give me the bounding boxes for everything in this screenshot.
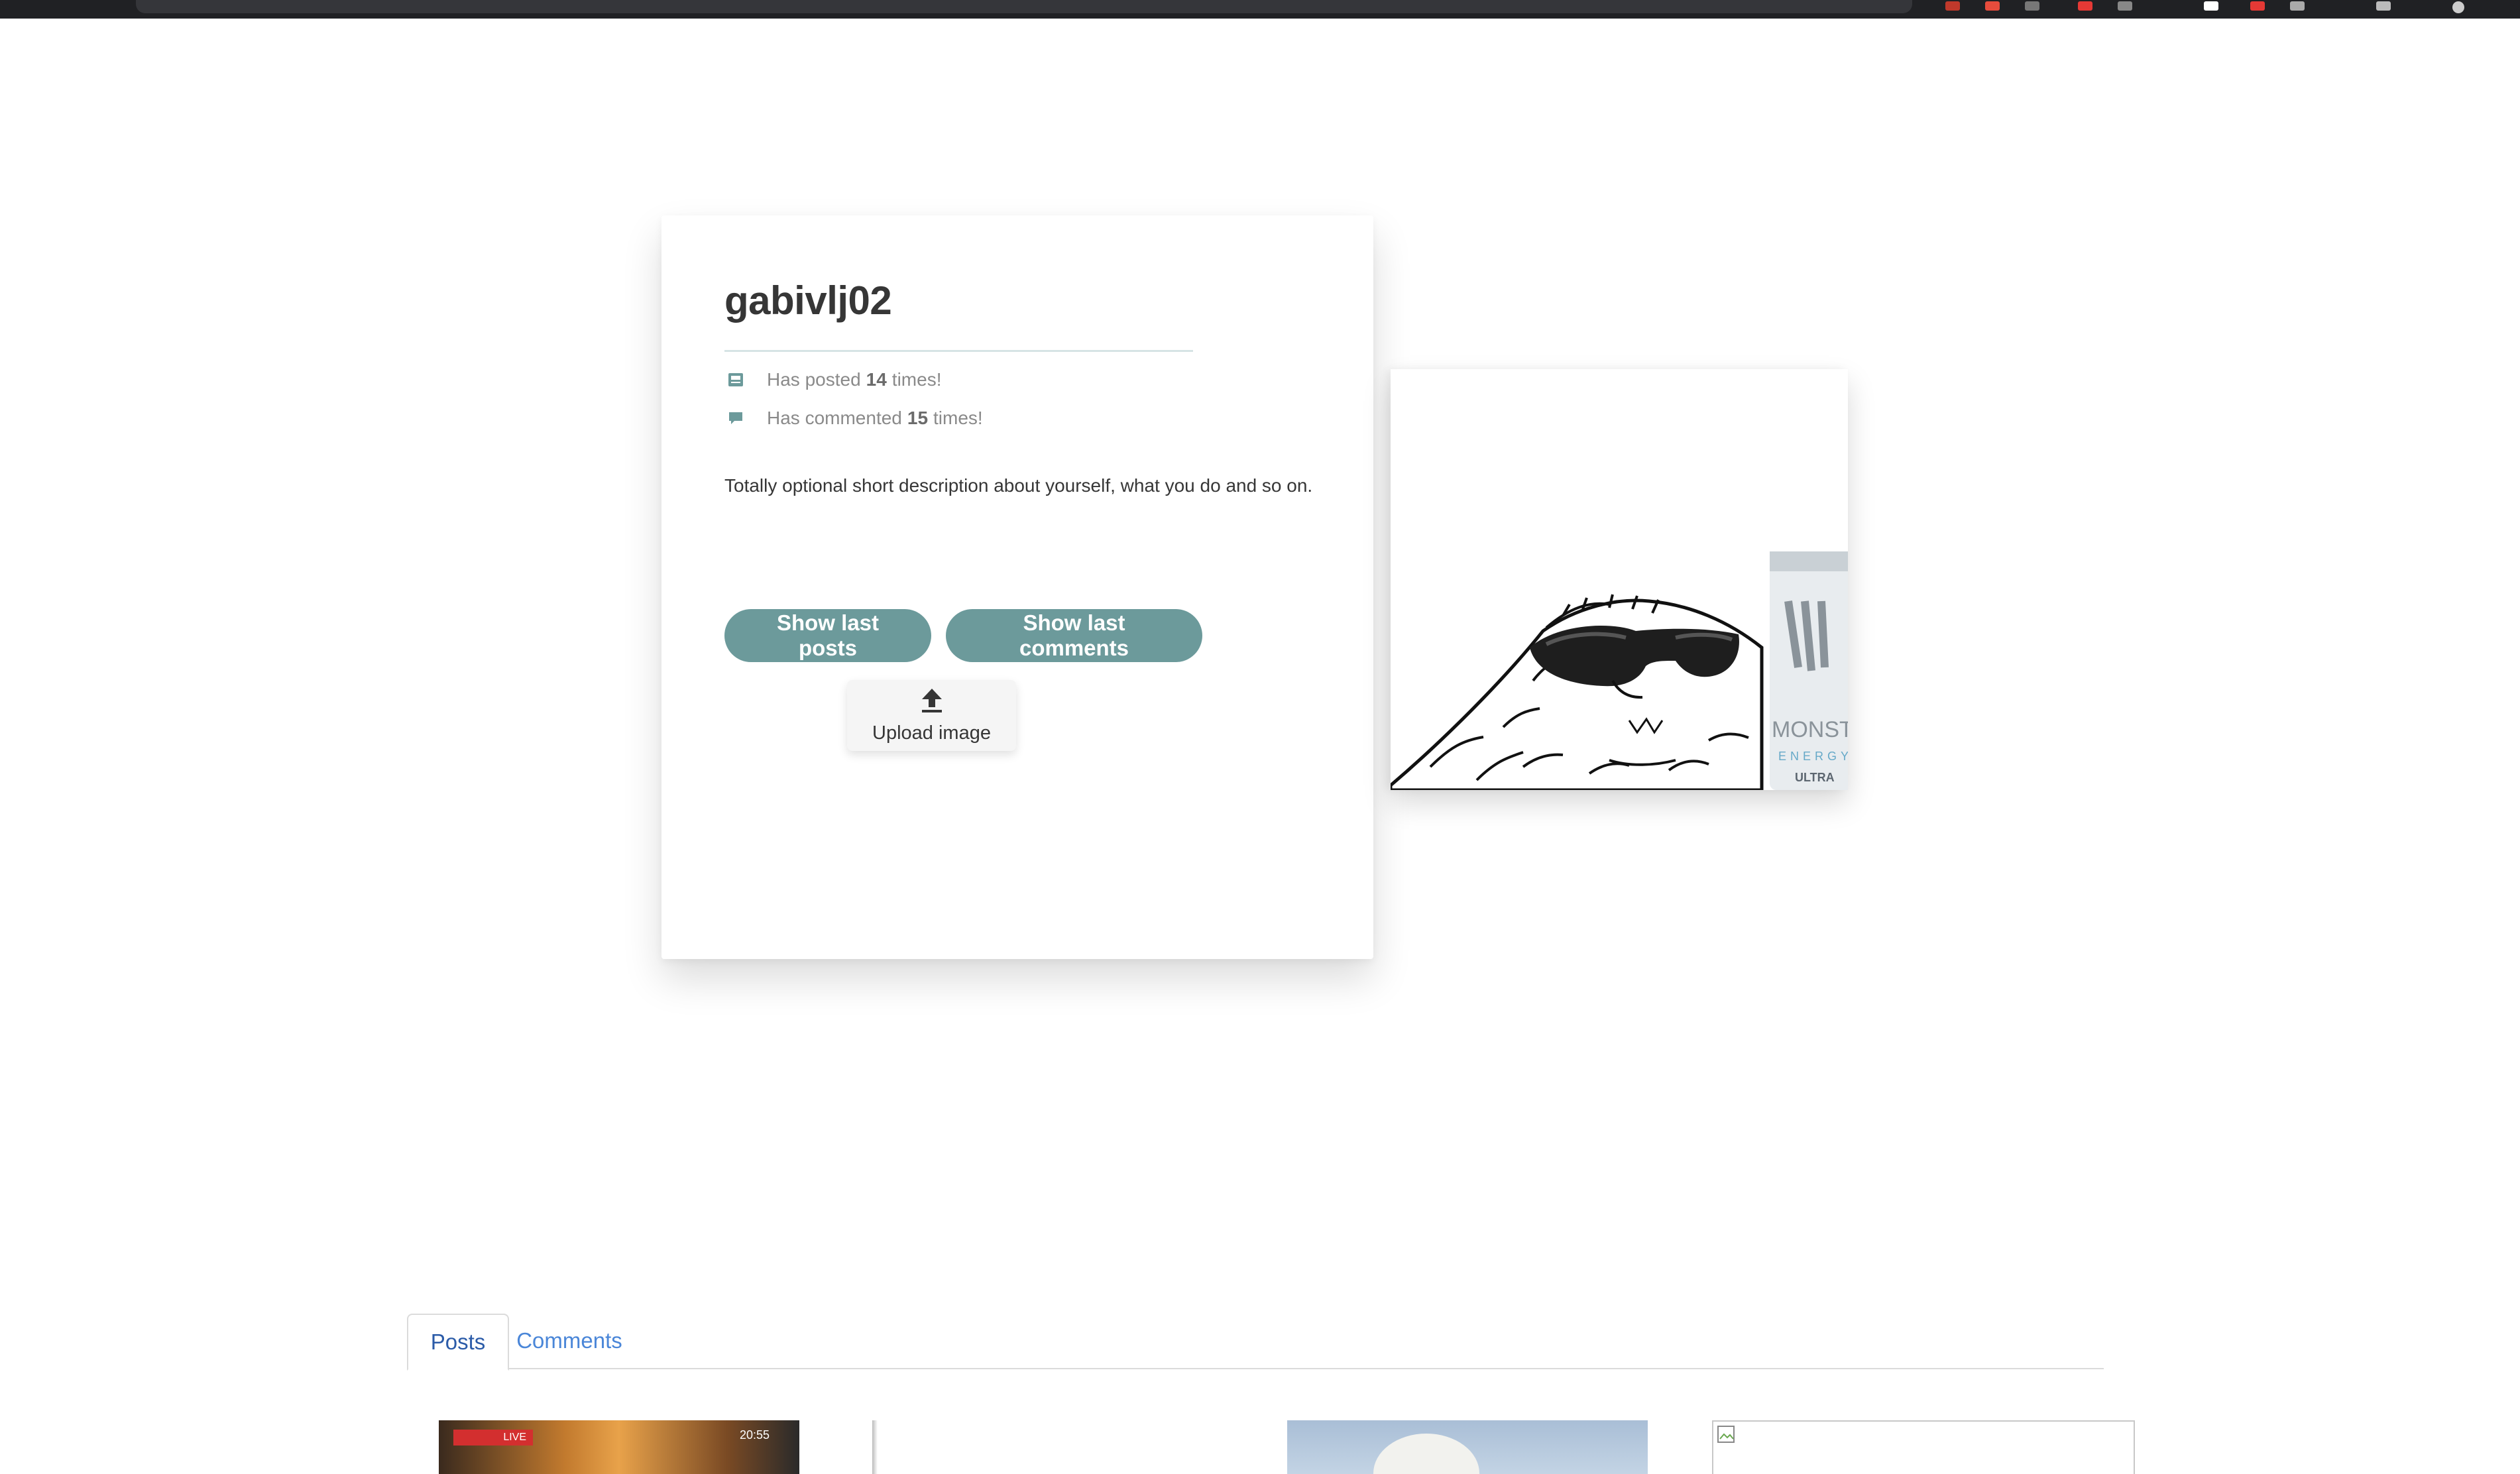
profile-avatar-icon[interactable]	[2452, 1, 2464, 13]
post-thumbnail[interactable]	[1287, 1420, 1648, 1474]
posts-stat: Has posted 14 times!	[724, 367, 941, 393]
extension-icon[interactable]	[1945, 1, 1960, 11]
thumbnail-subject	[1373, 1434, 1479, 1474]
post-thumbnail[interactable]	[872, 1420, 878, 1474]
upload-image-button[interactable]: Upload image	[847, 680, 1016, 751]
posts-count: 14	[866, 369, 887, 390]
comments-count: 15	[907, 408, 929, 428]
extension-icon[interactable]	[2025, 1, 2039, 11]
profile-card: gabivlj02 Has posted 14 times! Has comme…	[661, 215, 1373, 959]
extension-icon[interactable]	[2250, 1, 2265, 11]
show-last-comments-button[interactable]: Show last comments	[946, 609, 1202, 662]
posts-stat-prefix: Has posted	[767, 369, 861, 390]
live-badge: LIVE	[453, 1430, 533, 1446]
comments-stat-prefix: Has commented	[767, 408, 902, 428]
extension-icon[interactable]	[2204, 1, 2218, 11]
address-bar[interactable]	[136, 0, 1912, 13]
profile-tabs: Posts Comments	[407, 1314, 2104, 1371]
browser-toolbar	[0, 0, 2520, 19]
can-subbrand: ENERGY	[1778, 750, 1848, 763]
can-brand: MONSTER	[1772, 717, 1848, 742]
extension-icon[interactable]	[2078, 1, 2092, 11]
tab-comments[interactable]: Comments	[506, 1314, 632, 1368]
extension-icon[interactable]	[2290, 1, 2305, 11]
post-icon	[724, 368, 747, 391]
show-last-posts-button[interactable]: Show last posts	[724, 609, 931, 662]
extension-icon[interactable]	[2376, 1, 2391, 11]
divider	[724, 350, 1193, 352]
profile-description: Totally optional short description about…	[724, 475, 1313, 496]
profile-avatar-image: MONSTER ENERGY ULTRA	[1391, 369, 1848, 790]
username-heading: gabivlj02	[724, 278, 892, 323]
upload-image-label: Upload image	[872, 722, 991, 744]
post-thumbnail[interactable]: LIVE 20:55	[439, 1420, 799, 1474]
can-variant: ULTRA	[1795, 771, 1835, 784]
upload-icon	[921, 687, 943, 717]
post-thumbnail[interactable]	[1712, 1420, 2135, 1474]
broken-image-icon	[1717, 1426, 1736, 1447]
page: gabivlj02 Has posted 14 times! Has comme…	[0, 0, 2520, 1474]
comments-stat-suffix: times!	[933, 408, 983, 428]
tab-posts[interactable]: Posts	[407, 1314, 509, 1371]
comment-icon	[724, 407, 747, 429]
comments-stat: Has commented 15 times!	[724, 405, 983, 431]
posts-stat-suffix: times!	[891, 369, 942, 390]
extension-icon[interactable]	[2118, 1, 2132, 11]
extension-icon[interactable]	[1985, 1, 2000, 11]
video-timer: 20:55	[740, 1428, 770, 1442]
